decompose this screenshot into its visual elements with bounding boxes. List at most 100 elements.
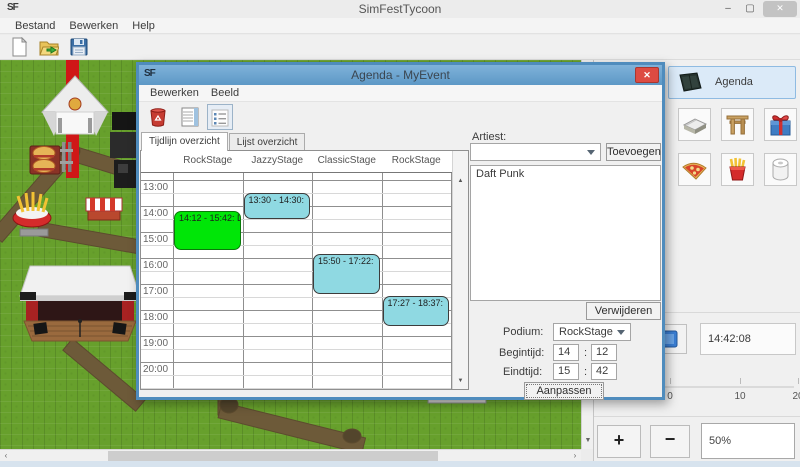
- timeline-schedule[interactable]: RockStageJazzyStageClassicStageRockStage…: [140, 150, 469, 390]
- zoom-out-button[interactable]: −: [650, 425, 690, 458]
- tab-tijdlijn-overzicht[interactable]: Tijdlijn overzicht: [141, 132, 228, 151]
- close-button[interactable]: ✕: [763, 1, 797, 17]
- menu-bewerken[interactable]: Bewerken: [62, 18, 125, 34]
- artist-list-item[interactable]: Daft Punk: [471, 166, 660, 182]
- artist-combobox[interactable]: [470, 143, 601, 161]
- window-bottom-edge: [0, 461, 800, 467]
- schedule-header: RockStageJazzyStageClassicStageRockStage: [141, 151, 468, 173]
- add-artist-button[interactable]: Toevoegen: [606, 143, 661, 161]
- schedule-event[interactable]: 17:27 - 18:37:: [383, 296, 450, 326]
- schedule-event[interactable]: 14:12 - 15:42: Daft Punk: [174, 211, 241, 250]
- half-hour-gridline: [141, 388, 451, 389]
- dialog-titlebar[interactable]: SF Agenda - MyEvent ✕: [139, 65, 662, 85]
- fries-icon: [722, 176, 753, 188]
- main-stage[interactable]: [20, 266, 140, 341]
- list-view-button[interactable]: [207, 104, 233, 130]
- dialog-toolbar: [139, 102, 662, 132]
- agenda-dialog: SF Agenda - MyEvent ✕ BewerkenBeeld: [136, 62, 665, 400]
- hour-gridline: [141, 284, 451, 285]
- remove-artist-button[interactable]: Verwijderen: [586, 302, 661, 320]
- save-file-icon: [69, 48, 89, 60]
- artist-listbox[interactable]: Daft Punk: [470, 165, 661, 301]
- schedule-body[interactable]: 13:0014:0015:0016:0017:0018:0019:0020:00…: [141, 173, 468, 389]
- schedule-event[interactable]: 13:30 - 14:30:: [244, 193, 311, 219]
- pizza-button[interactable]: [678, 153, 711, 186]
- column-header: RockStage: [173, 155, 243, 166]
- open-file-icon: [39, 48, 59, 60]
- slider-tick-label: 10: [725, 391, 755, 402]
- fries-stand[interactable]: [13, 192, 51, 236]
- half-hour-gridline: [141, 271, 451, 272]
- start-hour-field[interactable]: 14: [553, 344, 579, 361]
- shop-icon-grid: [674, 106, 800, 236]
- divider: [594, 416, 800, 417]
- dialog-menu-beeld[interactable]: Beeld: [205, 85, 245, 101]
- time-colon: :: [584, 366, 587, 378]
- apply-button[interactable]: Aanpassen: [524, 382, 604, 400]
- stage-platform-button[interactable]: [678, 108, 711, 141]
- zoom-in-button[interactable]: +: [597, 425, 641, 458]
- agenda-button[interactable]: Agenda: [668, 66, 796, 99]
- pizza-icon: [679, 176, 710, 188]
- time-label: 17:00: [143, 286, 168, 297]
- time-label: 15:00: [143, 234, 168, 245]
- minimize-button[interactable]: –: [718, 1, 738, 17]
- fries-button[interactable]: [721, 153, 754, 186]
- time-label: 16:00: [143, 260, 168, 271]
- end-hour-field[interactable]: 15: [553, 363, 579, 380]
- popcorn-stand[interactable]: [86, 198, 122, 220]
- trash-icon: [147, 106, 169, 128]
- time-label: 19:00: [143, 338, 168, 349]
- new-file-button[interactable]: [6, 36, 32, 58]
- timeline-view-button[interactable]: [177, 104, 203, 130]
- scroll-down-icon[interactable]: ▼: [453, 374, 468, 388]
- zoom-level-field[interactable]: 50%: [701, 423, 795, 459]
- column-header: JazzyStage: [243, 155, 313, 166]
- half-hour-gridline: [141, 375, 451, 376]
- gift-button[interactable]: [764, 108, 797, 141]
- menu-bestand[interactable]: Bestand: [8, 18, 62, 34]
- window-titlebar: SF SimFestTycoon – ▢ ✕: [0, 0, 800, 18]
- entrance-tent[interactable]: [42, 76, 108, 136]
- time-label: 13:00: [143, 182, 168, 193]
- menu-help[interactable]: Help: [125, 18, 162, 34]
- slider-tick-label: 20: [783, 391, 800, 402]
- map-horizontal-scrollbar[interactable]: ‹ ›: [0, 449, 581, 461]
- maximize-button[interactable]: ▢: [740, 1, 760, 17]
- schedule-scrollbar[interactable]: ▲ ▼: [452, 151, 468, 389]
- open-file-button[interactable]: [36, 36, 62, 58]
- timeline-view-icon: [179, 106, 201, 128]
- artist-label: Artiest:: [472, 131, 506, 143]
- hour-gridline: [141, 258, 451, 259]
- scrollbar-thumb[interactable]: [108, 451, 438, 461]
- gift-icon: [765, 131, 796, 143]
- dialog-close-button[interactable]: ✕: [635, 67, 659, 83]
- time-label: 18:00: [143, 312, 168, 323]
- hour-gridline: [141, 362, 451, 363]
- end-minute-field[interactable]: 42: [591, 363, 617, 380]
- list-view-icon: [209, 107, 231, 129]
- column-header: RockStage: [382, 155, 452, 166]
- time-label: 20:00: [143, 364, 168, 375]
- clock-display: 14:42:08: [700, 323, 796, 355]
- toilet-roll-button[interactable]: [764, 153, 797, 186]
- podium-combobox[interactable]: RockStage: [553, 323, 631, 341]
- view-tabs: Tijdlijn overzichtLijst overzicht: [141, 132, 306, 150]
- podium-label: Podium:: [503, 326, 543, 338]
- dialog-menu-bewerken[interactable]: Bewerken: [144, 85, 205, 101]
- agenda-button-label: Agenda: [715, 76, 753, 88]
- save-file-button[interactable]: [66, 36, 92, 58]
- start-minute-field[interactable]: 12: [591, 344, 617, 361]
- dialog-title: Agenda - MyEvent: [139, 68, 662, 82]
- hour-gridline: [141, 180, 451, 181]
- torii-button[interactable]: [721, 108, 754, 141]
- main-menubar: BestandBewerkenHelp: [0, 18, 800, 34]
- trash-button[interactable]: [145, 104, 171, 130]
- slider-tick: [670, 378, 671, 384]
- main-window: SF SimFestTycoon – ▢ ✕ BestandBewerkenHe…: [0, 0, 800, 467]
- window-title: SimFestTycoon: [0, 2, 800, 16]
- tab-lijst-overzicht[interactable]: Lijst overzicht: [229, 133, 306, 151]
- scroll-up-icon[interactable]: ▲: [453, 174, 468, 188]
- schedule-event[interactable]: 15:50 - 17:22:: [313, 254, 380, 294]
- stage-platform-icon: [679, 131, 710, 143]
